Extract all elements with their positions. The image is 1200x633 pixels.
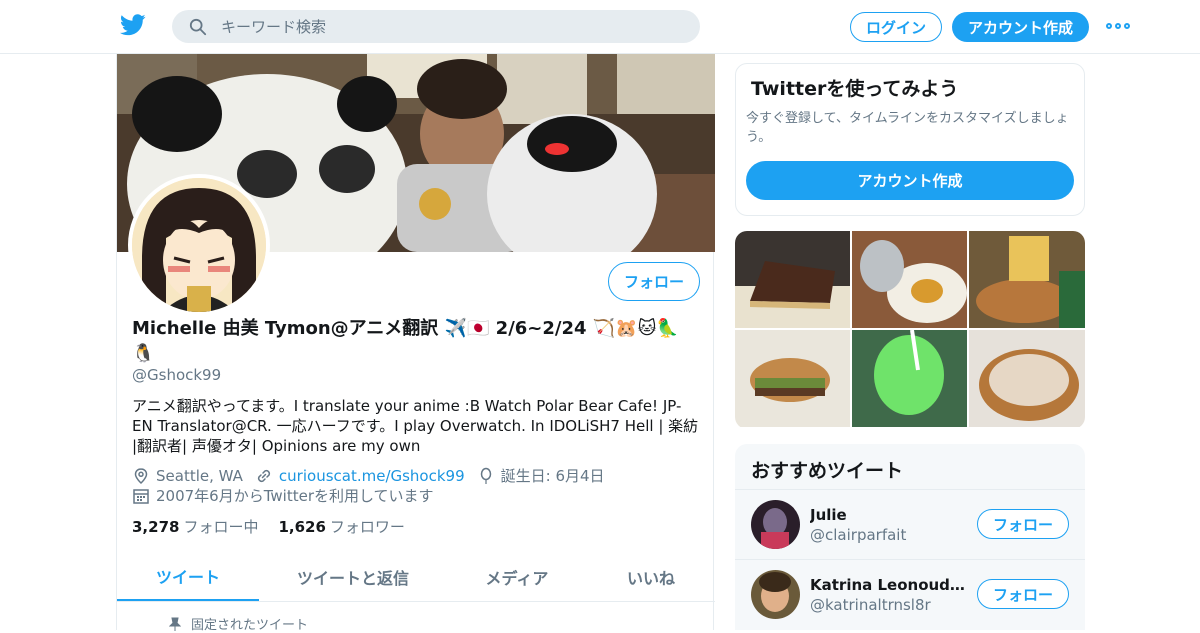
calendar-icon bbox=[133, 489, 149, 504]
profile-bio: アニメ翻訳やってます。I translate your anime :B Wat… bbox=[132, 397, 699, 455]
link-icon bbox=[257, 469, 270, 483]
joined-text: 2007年6月からTwitterを利用しています bbox=[156, 487, 434, 505]
recommended-handle: @katrinaltrnsl8r bbox=[810, 596, 931, 614]
location-pin-icon bbox=[134, 468, 148, 485]
tab-tweets-and-replies[interactable]: ツイートと返信 bbox=[259, 552, 447, 601]
recommended-tweets: おすすめツイート Julie @clairparfait フォロー Katrin… bbox=[735, 444, 1085, 630]
location-item: Seattle, WA bbox=[132, 466, 243, 486]
tab-media[interactable]: メディア bbox=[447, 552, 587, 601]
profile-tabs: ツイート ツイートと返信 メディア いいね bbox=[117, 552, 715, 602]
pin-icon bbox=[169, 617, 181, 631]
balloon-icon bbox=[480, 467, 491, 484]
website-link[interactable]: curiouscat.me/Gshock99 bbox=[279, 466, 465, 486]
tab-tweets[interactable]: ツイート bbox=[117, 552, 259, 601]
pinned-text: 固定されたツイート bbox=[191, 618, 309, 633]
location-text: Seattle, WA bbox=[156, 467, 243, 485]
profile-stats: 3,278 フォロー中 1,626 フォロワー bbox=[132, 516, 425, 537]
login-button[interactable]: ログイン bbox=[850, 12, 942, 42]
follow-button[interactable]: フォロー bbox=[977, 509, 1069, 539]
signup-card-title: Twitterを使ってみよう bbox=[751, 78, 959, 100]
signup-button[interactable]: アカウント作成 bbox=[952, 12, 1089, 42]
media-thumbnail[interactable] bbox=[852, 231, 967, 328]
more-options-icon[interactable] bbox=[1106, 19, 1130, 33]
search-bar[interactable] bbox=[172, 10, 700, 43]
media-thumbnail[interactable] bbox=[735, 330, 850, 427]
media-thumbnail[interactable] bbox=[852, 330, 967, 427]
avatar-illustration bbox=[132, 178, 266, 312]
recommended-title: おすすめツイート bbox=[751, 460, 904, 482]
signup-card: Twitterを使ってみよう 今すぐ登録して、タイムラインをカスタマイズしましょ… bbox=[735, 63, 1085, 216]
tab-likes[interactable]: いいね bbox=[587, 552, 715, 601]
joined-item: 2007年6月からTwitterを利用しています bbox=[132, 486, 434, 506]
pinned-tweet-label: 固定されたツイート bbox=[169, 614, 308, 633]
recommended-item[interactable]: Katrina Leonoudakis @katrinaltrnsl8r フォロ… bbox=[735, 559, 1085, 629]
followers-count: 1,626 bbox=[278, 518, 326, 536]
twitter-bird-icon[interactable] bbox=[120, 13, 146, 37]
website-item[interactable]: curiouscat.me/Gshock99 bbox=[255, 466, 465, 486]
recommended-item[interactable]: Julie @clairparfait フォロー bbox=[735, 489, 1085, 559]
top-navigation-bar: ログイン アカウント作成 bbox=[0, 0, 1200, 54]
media-grid bbox=[735, 231, 1085, 429]
follow-button[interactable]: フォロー bbox=[608, 262, 700, 301]
birthday-text: 誕生日: 6月4日 bbox=[500, 467, 605, 485]
avatar[interactable] bbox=[751, 500, 800, 549]
recommended-handle: @clairparfait bbox=[810, 526, 907, 544]
media-thumbnail[interactable] bbox=[969, 330, 1085, 427]
follow-button[interactable]: フォロー bbox=[977, 579, 1069, 609]
search-icon bbox=[189, 18, 207, 35]
followers-label: フォロワー bbox=[329, 518, 405, 536]
birthday-item: 誕生日: 6月4日 bbox=[477, 466, 605, 486]
avatar[interactable] bbox=[751, 570, 800, 619]
profile-column: フォロー Michelle 由美 Tymon@アニメ翻訳 ✈️🇯🇵 2/6~2/… bbox=[116, 54, 715, 633]
profile-avatar[interactable] bbox=[128, 174, 270, 316]
media-thumbnail[interactable] bbox=[735, 231, 850, 328]
profile-handle: @Gshock99 bbox=[132, 366, 222, 384]
media-thumbnail[interactable] bbox=[969, 231, 1085, 328]
following-count: 3,278 bbox=[132, 518, 180, 536]
following-label: フォロー中 bbox=[183, 518, 259, 536]
signup-card-text: 今すぐ登録して、タイムラインをカスタマイズしましょう。 bbox=[746, 111, 1069, 145]
search-input[interactable] bbox=[221, 17, 661, 36]
profile-meta: Seattle, WA curiouscat.me/Gshock99 誕生日: … bbox=[132, 466, 702, 506]
following-stat[interactable]: 3,278 フォロー中 bbox=[132, 516, 258, 537]
signup-card-button[interactable]: アカウント作成 bbox=[746, 161, 1074, 200]
followers-stat[interactable]: 1,626 フォロワー bbox=[278, 516, 404, 537]
recommended-name[interactable]: Julie bbox=[810, 506, 970, 524]
recommended-name[interactable]: Katrina Leonoudakis bbox=[810, 576, 970, 594]
profile-display-name: Michelle 由美 Tymon@アニメ翻訳 ✈️🇯🇵 2/6~2/24 🏹🐹… bbox=[132, 318, 679, 364]
